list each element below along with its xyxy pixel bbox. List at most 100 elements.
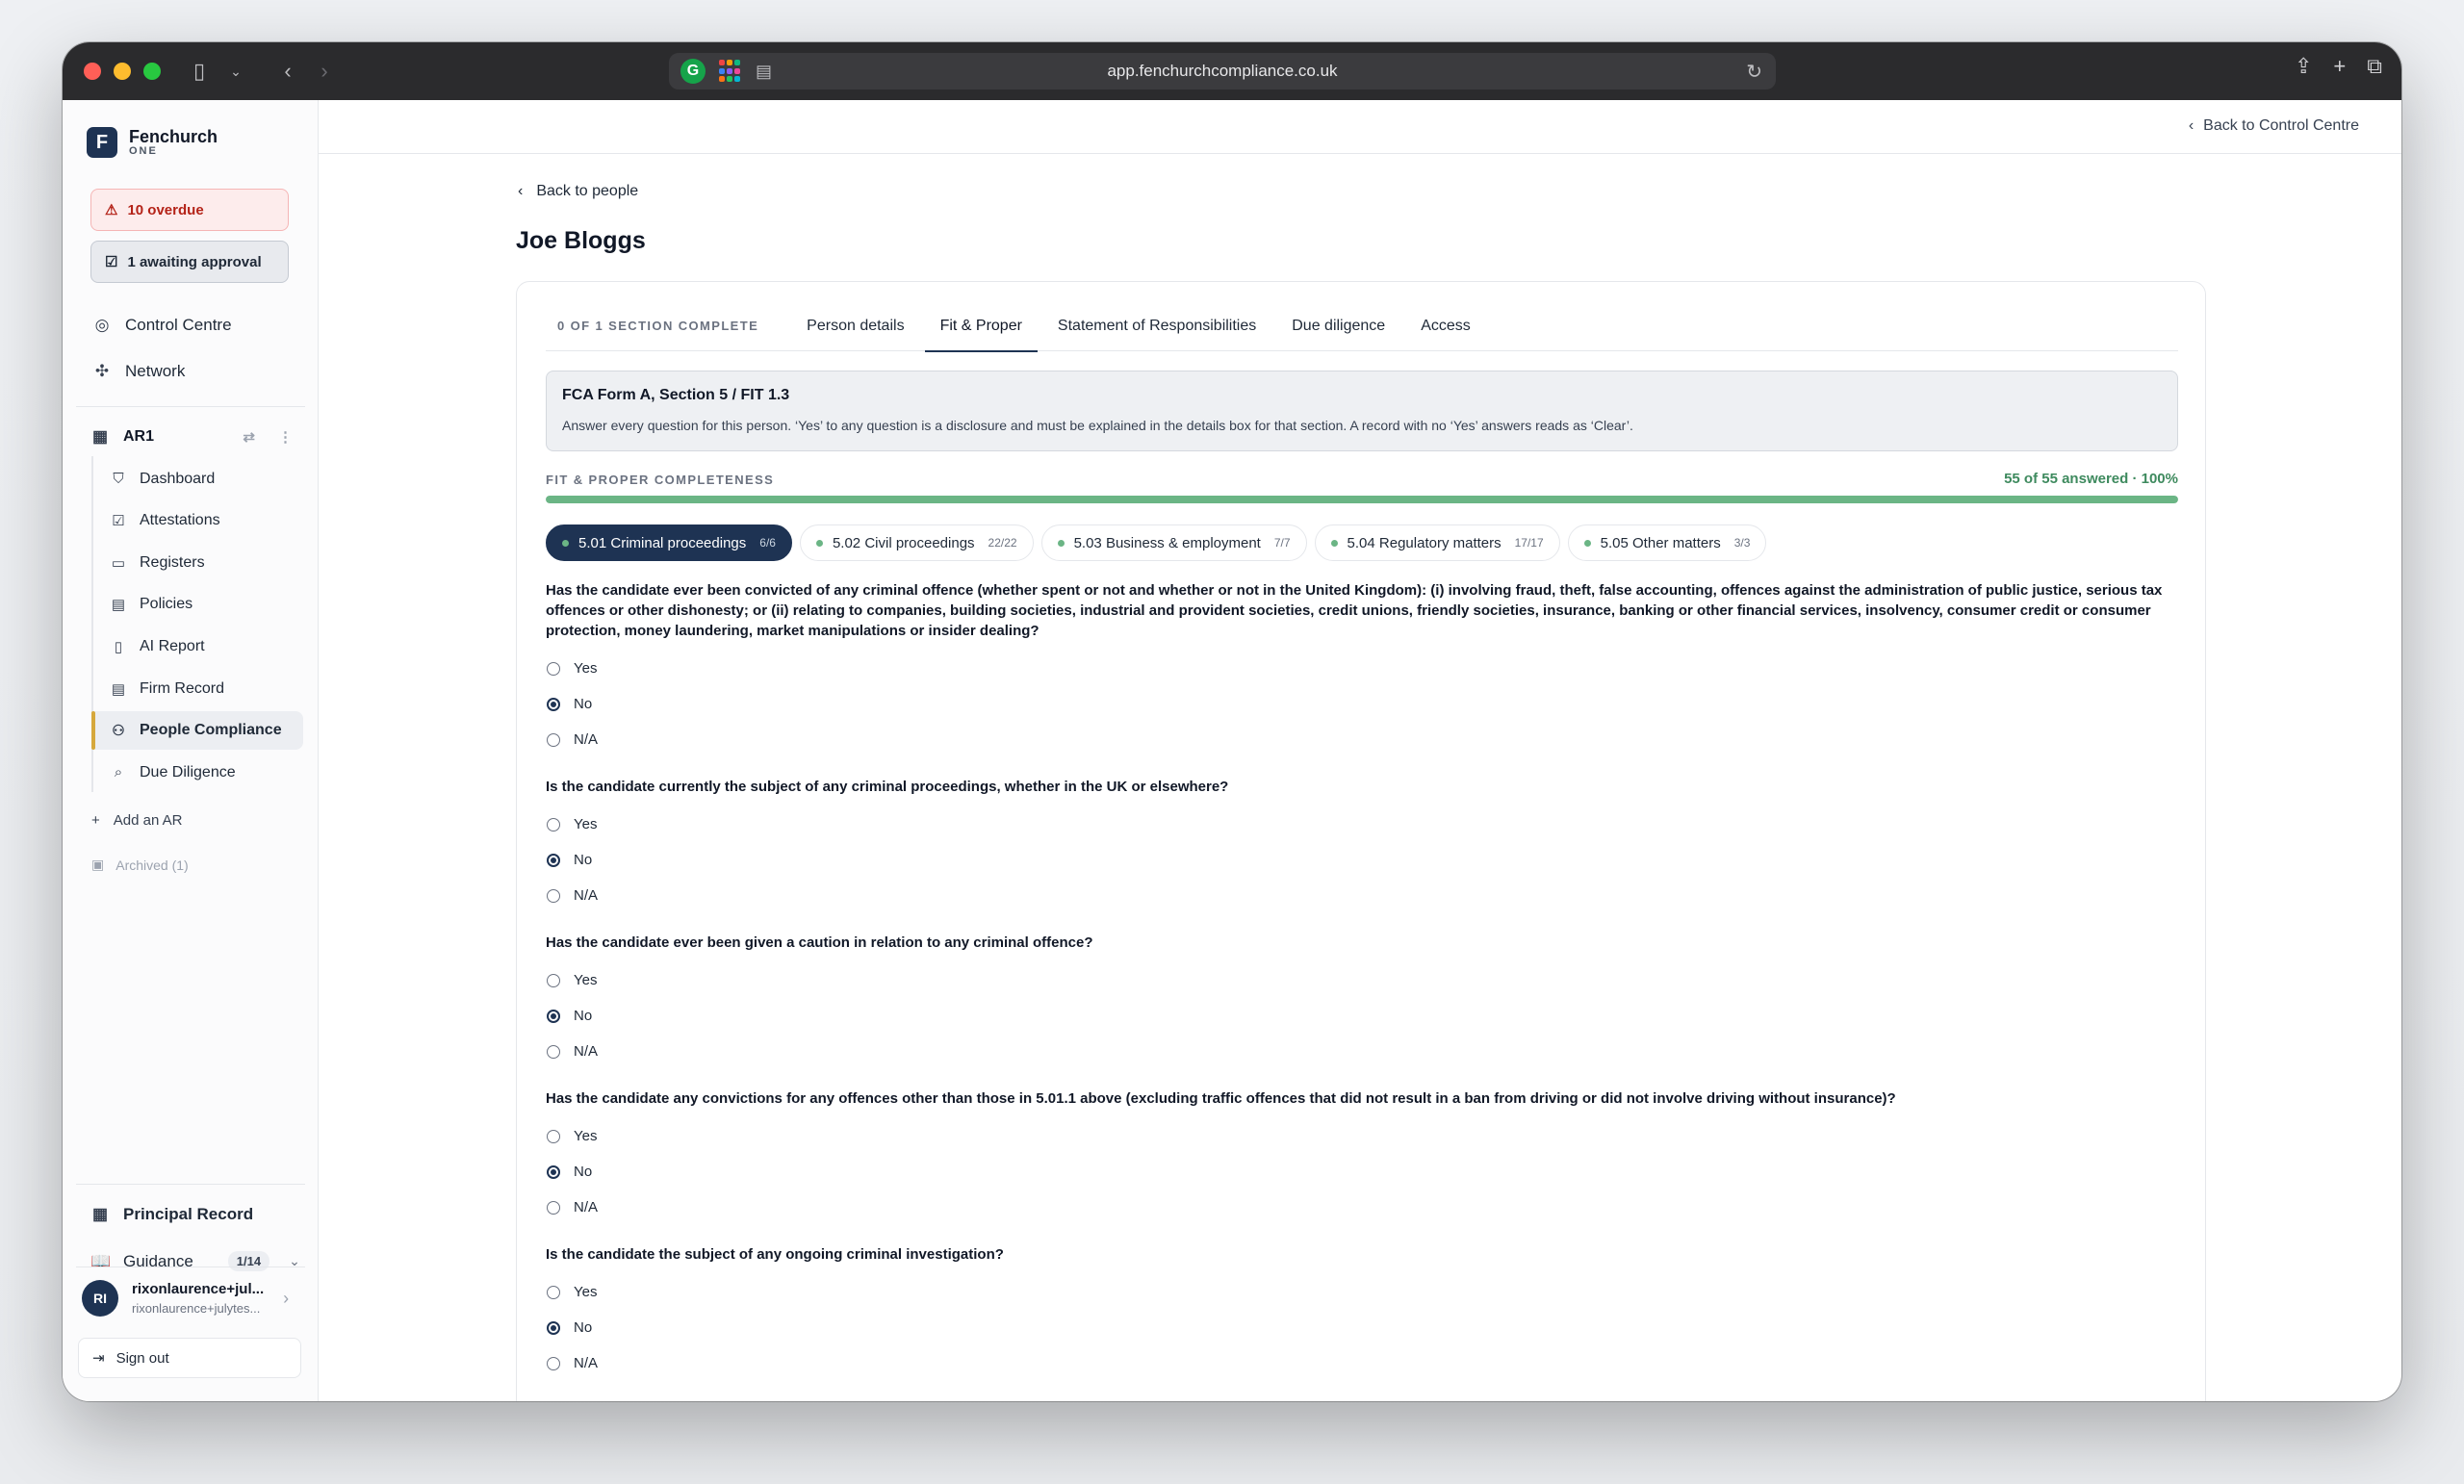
awaiting-approval-button[interactable]: ☑ 1 awaiting approval <box>90 241 289 283</box>
tab-access[interactable]: Access <box>1405 301 1486 351</box>
maximize-window-button[interactable] <box>143 63 161 80</box>
page-settings-icon[interactable]: ▤ <box>756 62 772 82</box>
tabs-overview-icon[interactable]: ⧉ <box>2367 54 2382 79</box>
back-to-people-link[interactable]: ‹ Back to people <box>518 183 638 200</box>
radio-option[interactable]: Yes <box>546 806 2182 842</box>
info-title: FCA Form A, Section 5 / FIT 1.3 <box>562 387 790 403</box>
section-chip[interactable]: 5.01 Criminal proceedings 6/6 <box>546 525 792 561</box>
archived-link[interactable]: ▣ Archived (1) <box>91 857 189 873</box>
sidebar-item-firm-record[interactable]: ▤ Firm Record <box>95 670 303 708</box>
share-icon[interactable]: ⇪ <box>2295 54 2312 79</box>
radio-option[interactable]: Yes <box>546 651 2182 686</box>
radio-option[interactable]: N/A <box>546 722 2182 757</box>
status-dot-icon <box>562 539 569 547</box>
user-name: rixonlaurence+jul... <box>132 1281 265 1297</box>
chevron-down-icon[interactable]: ⌄ <box>218 54 253 89</box>
nav-control-centre[interactable]: ◎ Control Centre <box>90 306 302 345</box>
minimize-window-button[interactable] <box>114 63 131 80</box>
sidebar-item-label: Attestations <box>140 512 220 529</box>
radio-option[interactable]: N/A <box>546 1190 2182 1225</box>
radio-button[interactable] <box>547 732 560 747</box>
checkbox-icon: ☑ <box>112 513 125 530</box>
reload-icon[interactable]: ↻ <box>1746 60 1762 84</box>
sidebar-item-due-diligence[interactable]: ⌕ Due Diligence <box>95 754 303 792</box>
users-icon: ⚇ <box>112 723 125 740</box>
radio-button[interactable] <box>547 817 560 832</box>
completeness-label: FIT & PROPER COMPLETENESS <box>546 473 775 487</box>
tab-fit-proper[interactable]: Fit & Proper <box>924 301 1039 352</box>
radio-button[interactable] <box>547 1009 560 1023</box>
section-chip[interactable]: 5.03 Business & employment 7/7 <box>1040 525 1307 561</box>
sidebar-item-ai-report[interactable]: ▯ AI Report <box>95 627 303 666</box>
add-ar-button[interactable]: + Add an AR <box>91 812 182 829</box>
radio-button[interactable] <box>547 1129 560 1143</box>
radio-option[interactable]: No <box>546 1154 2182 1190</box>
file-icon: ▯ <box>114 638 123 655</box>
radio-option[interactable]: No <box>546 1310 2182 1345</box>
radio-option[interactable]: Yes <box>546 1118 2182 1154</box>
ar-selector[interactable]: ▦ AR1 ⇄ ⋮ <box>90 427 302 447</box>
info-text: Answer every question for this person. ‘… <box>562 418 1633 433</box>
radio-option[interactable]: N/A <box>546 878 2182 913</box>
plus-icon: + <box>91 812 100 829</box>
radio-label: Yes <box>574 660 598 677</box>
radio-option[interactable]: No <box>546 686 2182 722</box>
more-icon[interactable]: ⋮ <box>278 428 293 446</box>
forward-arrow-icon[interactable]: › <box>307 54 342 89</box>
radio-option[interactable]: No <box>546 842 2182 878</box>
question-text: Has the candidate any convictions for an… <box>546 1090 1896 1107</box>
tab-statement-of-responsibilities[interactable]: Statement of Responsibilities <box>1042 301 1271 351</box>
radio-label: Yes <box>574 1128 598 1144</box>
completeness-progress-bar <box>546 496 2178 503</box>
sidebar-item-people-compliance[interactable]: ⚇ People Compliance <box>91 711 303 751</box>
radio-button[interactable] <box>547 1164 560 1179</box>
browser-window: ▯ ⌄ ‹ › G ▤ app.fenchurchcompliance.co.u… <box>63 42 2401 1401</box>
close-window-button[interactable] <box>84 63 101 80</box>
nav-guidance[interactable]: 📖 Guidance 1/14 ⌄ <box>90 1251 302 1271</box>
radio-button[interactable] <box>547 1200 560 1215</box>
new-tab-icon[interactable]: + <box>2333 54 2346 79</box>
tab-person-details[interactable]: Person details <box>791 301 919 351</box>
radio-button[interactable] <box>547 1285 560 1299</box>
radio-button[interactable] <box>547 973 560 987</box>
sidebar-item-policies[interactable]: ▤ Policies <box>95 585 303 624</box>
nav-principal-record[interactable]: ▦ Principal Record <box>90 1205 302 1224</box>
radio-option[interactable]: Yes <box>546 962 2182 998</box>
address-bar[interactable]: G ▤ app.fenchurchcompliance.co.uk ↻ <box>669 53 1776 90</box>
section-chip[interactable]: 5.05 Other matters 3/3 <box>1567 525 1767 561</box>
radio-button[interactable] <box>547 1320 560 1335</box>
back-arrow-icon[interactable]: ‹ <box>270 54 305 89</box>
add-ar-label: Add an AR <box>113 812 183 829</box>
warning-icon: ⚠ <box>105 202 118 218</box>
archive-icon: ▣ <box>91 857 105 872</box>
grammarly-icon[interactable]: G <box>680 59 706 84</box>
radio-option[interactable]: Yes <box>546 1274 2182 1310</box>
back-to-control-centre-link[interactable]: ‹ Back to Control Centre <box>2189 117 2359 135</box>
sidebar-item-registers[interactable]: ▭ Registers <box>95 544 303 582</box>
overdue-button[interactable]: ⚠ 10 overdue <box>90 189 289 231</box>
section-chip[interactable]: 5.04 Regulatory matters 17/17 <box>1314 525 1560 561</box>
question-block: Is the candidate the subject of any ongo… <box>546 1244 2182 1381</box>
radio-button[interactable] <box>547 661 560 676</box>
sidebar-item-attestations[interactable]: ☑ Attestations <box>95 501 303 540</box>
radio-button[interactable] <box>547 853 560 867</box>
radio-button[interactable] <box>547 1044 560 1059</box>
brand[interactable]: F Fenchurch ONE <box>87 127 218 158</box>
sign-out-button[interactable]: ⇥ Sign out <box>78 1338 301 1378</box>
file-text-icon: ▤ <box>111 680 126 698</box>
radio-button[interactable] <box>547 697 560 711</box>
question-text: Has the candidate ever been convicted of… <box>546 582 2163 639</box>
radio-option[interactable]: N/A <box>546 1034 2182 1069</box>
radio-button[interactable] <box>547 1356 560 1370</box>
radio-option[interactable]: No <box>546 998 2182 1034</box>
user-profile[interactable]: RI rixonlaurence+jul... rixonlaurence+ju… <box>82 1280 289 1317</box>
radio-option[interactable]: N/A <box>546 1345 2182 1381</box>
sidebar-item-dashboard[interactable]: ⛉ Dashboard <box>95 460 303 499</box>
sidebar-toggle-icon[interactable]: ▯ <box>182 54 217 89</box>
section-chip[interactable]: 5.02 Civil proceedings 22/22 <box>799 525 1034 561</box>
nav-network[interactable]: ✣ Network <box>90 352 302 391</box>
tab-due-diligence[interactable]: Due diligence <box>1276 301 1400 351</box>
radio-button[interactable] <box>547 888 560 903</box>
swap-icon[interactable]: ⇄ <box>243 428 255 446</box>
extensions-grid-icon[interactable] <box>719 60 742 83</box>
